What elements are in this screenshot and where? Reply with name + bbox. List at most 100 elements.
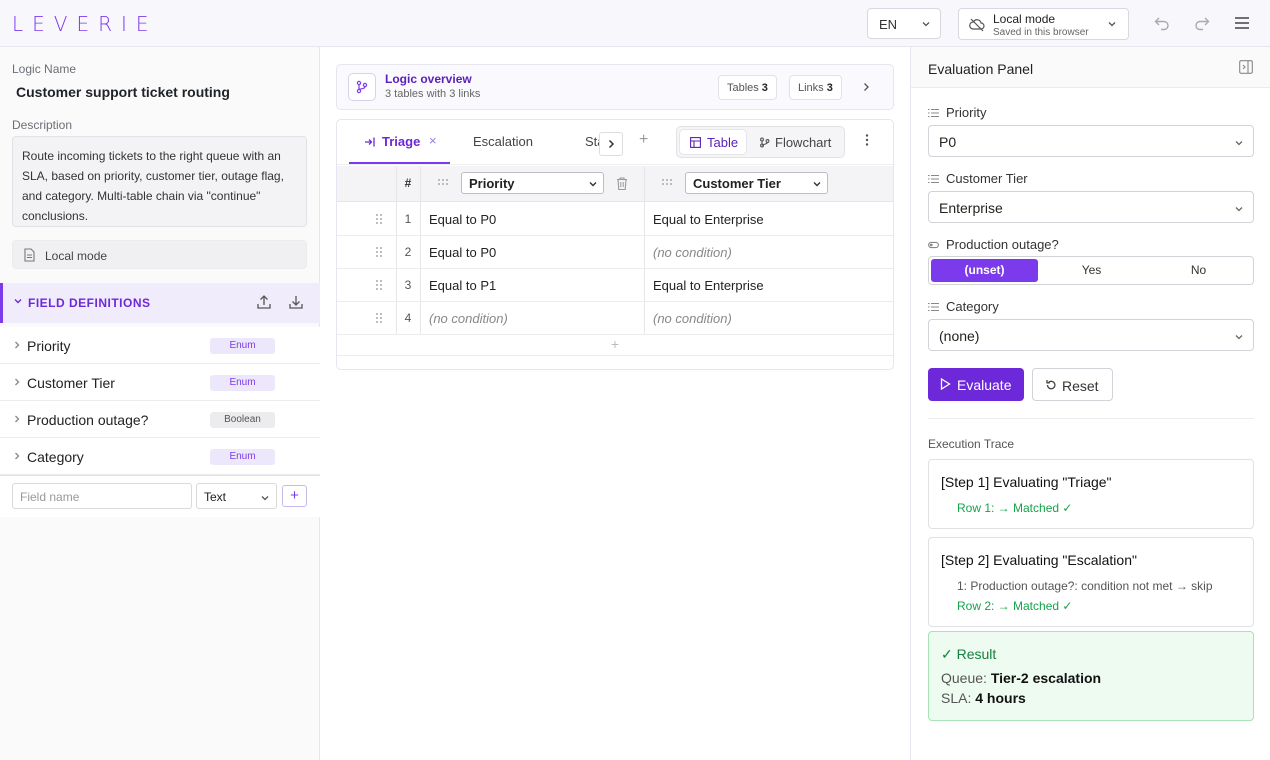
drag-handle-icon[interactable] [375, 279, 383, 291]
chevron-down-icon [14, 299, 22, 304]
add-field-row: Field name Text + [0, 475, 320, 517]
trace-step-header: [Step 2] Evaluating "Escalation" [941, 552, 1137, 568]
reset-icon [1046, 380, 1056, 390]
sla-label: SLA: [941, 690, 972, 706]
mode-subtitle: Saved in this browser [993, 27, 1089, 38]
tab-escalation[interactable]: Escalation [473, 134, 533, 149]
flowchart-icon [760, 137, 770, 148]
reset-button[interactable]: Reset [1032, 368, 1113, 401]
trace-line: Row 1: → Matched ✓ [957, 501, 1073, 515]
row-number: 4 [404, 311, 412, 325]
close-tab-icon[interactable]: × [429, 133, 437, 148]
column-select-customer-tier[interactable]: Customer Tier [685, 172, 828, 194]
queue-label: Queue: [941, 670, 987, 686]
condition-cell[interactable]: Equal to P0 [429, 212, 496, 227]
condition-cell[interactable]: (no condition) [429, 311, 508, 326]
drag-handle-icon[interactable] [437, 178, 449, 186]
upload-icon[interactable] [256, 294, 272, 310]
outage-option-unset[interactable]: (unset) [931, 259, 1038, 282]
view-toggle: Table Flowchart [676, 126, 845, 158]
field-name: Customer Tier [27, 375, 115, 391]
drag-handle-icon[interactable] [661, 178, 673, 186]
links-count: 3 [826, 82, 833, 94]
chevron-right-icon [15, 452, 20, 460]
priority-select[interactable]: P0 [928, 125, 1254, 157]
field-row-customer-tier[interactable]: Customer Tier Enum [0, 364, 320, 401]
field-type-badge: Enum [210, 449, 275, 465]
entry-icon [365, 137, 375, 147]
collapse-panel-icon[interactable] [1239, 60, 1253, 74]
table-row[interactable]: 3 Equal to P1 Equal to Enterprise [337, 269, 893, 302]
category-value: (none) [939, 328, 980, 344]
column-name: Priority [469, 176, 515, 191]
chevron-down-icon [1235, 141, 1243, 146]
field-type-badge: Boolean [210, 412, 275, 428]
category-select[interactable]: (none) [928, 319, 1254, 351]
field-definitions-title: FIELD DEFINITIONS [28, 296, 151, 310]
add-field-button[interactable]: + [282, 485, 307, 507]
outage-option-yes[interactable]: Yes [1038, 259, 1145, 282]
drag-handle-icon[interactable] [375, 312, 383, 324]
add-tab-button[interactable]: + [639, 131, 648, 149]
trace-line: 1: Production outage?: condition not met… [957, 579, 1213, 593]
language-select[interactable]: EN [867, 8, 941, 39]
condition-cell[interactable]: Equal to Enterprise [653, 278, 764, 293]
condition-cell[interactable]: (no condition) [653, 245, 732, 260]
table-row[interactable]: 4 (no condition) (no condition) [337, 302, 893, 335]
execution-trace-label: Execution Trace [928, 437, 1015, 451]
condition-cell[interactable]: Equal to P0 [429, 245, 496, 260]
field-type-select[interactable]: Text [196, 483, 277, 509]
table-view-button[interactable]: Table [680, 130, 746, 154]
trash-icon[interactable] [615, 176, 629, 191]
chevron-down-icon [1235, 207, 1243, 212]
field-definitions-header[interactable]: FIELD DEFINITIONS [0, 283, 320, 323]
field-row-priority[interactable]: Priority Enum [0, 327, 320, 364]
app-logo[interactable]: LEVERIE [12, 12, 158, 36]
trace-step-header: [Step 1] Evaluating "Triage" [941, 474, 1112, 490]
chevron-down-icon [1235, 335, 1243, 340]
result-sla: SLA: 4 hours [941, 690, 1026, 706]
condition-cell[interactable]: Equal to P1 [429, 278, 496, 293]
tabs-scroll-right-button[interactable] [599, 132, 623, 156]
chevron-down-icon [589, 182, 597, 187]
overview-title: Logic overview [385, 72, 472, 86]
undo-icon[interactable] [1152, 13, 1172, 33]
description-textarea[interactable]: Route incoming tickets to the right queu… [12, 136, 307, 227]
condition-cell[interactable]: (no condition) [653, 311, 732, 326]
chevron-down-icon [261, 496, 269, 501]
description-label: Description [12, 118, 73, 132]
menu-icon[interactable] [1232, 13, 1252, 33]
field-row-category[interactable]: Category Enum [0, 438, 320, 475]
overview-subtitle: 3 tables with 3 links [385, 88, 481, 100]
field-name-input[interactable]: Field name [12, 483, 192, 509]
logic-overview-bar[interactable]: Logic overview 3 tables with 3 links Tab… [336, 64, 894, 110]
left-sidebar: Logic Name Customer support ticket routi… [0, 47, 320, 760]
cloud-off-icon [969, 18, 985, 32]
tables-count: 3 [761, 82, 768, 94]
chevron-down-icon [922, 22, 930, 27]
logic-name-field[interactable]: Customer support ticket routing [16, 84, 230, 100]
field-name: Production outage? [27, 412, 149, 428]
field-row-production-outage[interactable]: Production outage? Boolean [0, 401, 320, 438]
flowchart-view-button[interactable]: Flowchart [749, 130, 843, 154]
customer-tier-select[interactable]: Enterprise [928, 191, 1254, 223]
table-row[interactable]: 1 Equal to P0 Equal to Enterprise [337, 203, 893, 236]
table-row[interactable]: 2 Equal to P0 (no condition) [337, 236, 893, 269]
outage-option-no[interactable]: No [1145, 259, 1252, 282]
drag-handle-icon[interactable] [375, 246, 383, 258]
storage-mode-select[interactable]: Local mode Saved in this browser [958, 8, 1129, 40]
more-options-icon[interactable] [860, 133, 874, 147]
evaluate-button[interactable]: Evaluate [928, 368, 1024, 401]
column-select-priority[interactable]: Priority [461, 172, 604, 194]
mode-title: Local mode [993, 12, 1056, 26]
field-type-value: Text [204, 490, 227, 504]
chevron-right-icon[interactable] [860, 81, 872, 93]
tab-triage[interactable]: Triage [382, 134, 420, 149]
redo-icon[interactable] [1192, 13, 1212, 33]
condition-cell[interactable]: Equal to Enterprise [653, 212, 764, 227]
download-icon[interactable] [288, 294, 304, 310]
drag-handle-icon[interactable] [375, 213, 383, 225]
local-mode-text: Local mode [45, 249, 108, 263]
top-bar: LEVERIE EN Local mode Saved in this brow… [0, 0, 1270, 47]
add-row-button[interactable]: + [337, 334, 893, 356]
